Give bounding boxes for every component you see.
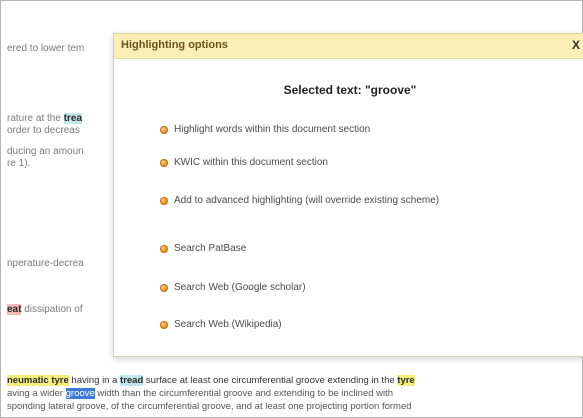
doc-text: rature at the [7, 113, 64, 124]
option-label: Search Web (Google scholar) [174, 282, 306, 293]
option-highlight-words[interactable]: Highlight words within this document sec… [160, 124, 370, 135]
doc-text: ered to lower tem [7, 43, 85, 54]
doc-text: order to decreas [7, 125, 80, 136]
bullet-icon [160, 283, 168, 292]
doc-text: dissipation of [21, 304, 83, 315]
dialog-header[interactable]: Highlighting options X [114, 34, 583, 59]
highlight-tread[interactable]: trea [63, 113, 83, 124]
doc-text: surface at least one circumferential gro… [143, 375, 398, 386]
highlight-heat[interactable]: eat [7, 304, 22, 315]
highlighting-options-dialog: Highlighting options X Selected text: "g… [113, 33, 583, 357]
doc-text: nperature-decrea [7, 258, 84, 269]
option-search-wikipedia[interactable]: Search Web (Wikipedia) [160, 319, 282, 330]
option-search-google-scholar[interactable]: Search Web (Google scholar) [160, 282, 306, 293]
bullet-icon [160, 196, 168, 205]
option-kwic[interactable]: KWIC within this document section [160, 157, 328, 168]
highlight-tyre[interactable]: tyre [51, 375, 69, 386]
option-add-advanced-highlighting[interactable]: Add to advanced highlighting (will overr… [160, 195, 439, 206]
doc-line: ducing an amoun [7, 146, 84, 158]
doc-line: sponding lateral groove, of the circumfe… [7, 401, 412, 413]
dialog-title: Highlighting options [121, 39, 228, 51]
doc-line: order to decreas [7, 125, 80, 137]
doc-text: sponding lateral groove, of the circumfe… [7, 401, 412, 412]
doc-text: having in a [68, 375, 121, 386]
doc-line: ered to lower tem [7, 43, 84, 55]
doc-text: ducing an amoun [7, 146, 84, 157]
highlight-pneumatic[interactable]: neumatic [7, 375, 52, 386]
option-label: Add to advanced highlighting (will overr… [174, 195, 440, 206]
option-label: Search PatBase [174, 243, 247, 254]
selected-text-label: Selected text: "groove" [283, 83, 417, 97]
selected-word-groove[interactable]: groove [65, 388, 95, 399]
doc-text: aving a wider [7, 388, 66, 399]
highlight-tyre[interactable]: tyre [397, 375, 415, 386]
doc-line: eat dissipation of [7, 304, 83, 316]
option-label: Highlight words within this document sec… [174, 124, 371, 135]
doc-line: rature at the trea [7, 113, 83, 125]
bullet-icon [160, 125, 168, 134]
close-button[interactable]: X [572, 38, 580, 52]
option-label: KWIC within this document section [174, 157, 328, 168]
doc-text: width than the circumferential groove an… [94, 388, 394, 399]
option-search-patbase[interactable]: Search PatBase [160, 243, 246, 254]
doc-line: re 1). [7, 158, 30, 170]
doc-line: neumatic tyre having in a tread surface … [7, 375, 415, 387]
doc-line: nperature-decrea [7, 258, 84, 270]
doc-line: aving a wider groove width than the circ… [7, 388, 393, 400]
option-label: Search Web (Wikipedia) [174, 319, 282, 330]
bullet-icon [160, 320, 168, 329]
highlight-tread[interactable]: tread [120, 375, 144, 386]
bullet-icon [160, 158, 168, 167]
bullet-icon [160, 244, 168, 253]
doc-text: re 1). [7, 158, 31, 169]
